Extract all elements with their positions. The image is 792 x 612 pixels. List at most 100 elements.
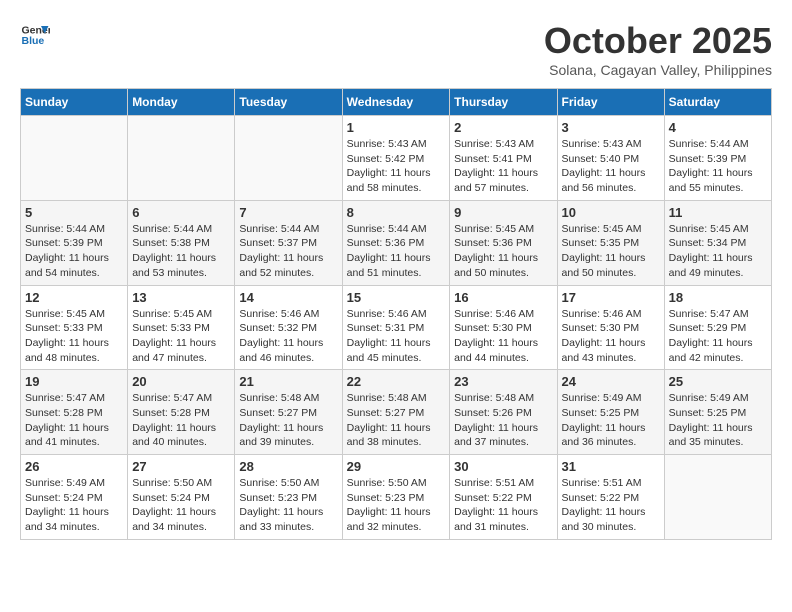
day-number: 2 [454,120,552,135]
day-detail: Sunrise: 5:44 AM Sunset: 5:39 PM Dayligh… [669,137,767,196]
day-number: 27 [132,459,230,474]
day-detail: Sunrise: 5:46 AM Sunset: 5:30 PM Dayligh… [454,307,552,366]
day-number: 19 [25,374,123,389]
calendar-cell [235,116,342,201]
calendar-cell: 10 Sunrise: 5:45 AM Sunset: 5:35 PM Dayli… [557,200,664,285]
day-detail: Sunrise: 5:46 AM Sunset: 5:30 PM Dayligh… [562,307,660,366]
svg-text:Blue: Blue [22,35,45,47]
calendar-cell: 12Sunrise: 5:45 AM Sunset: 5:33 PM Dayli… [21,285,128,370]
calendar-cell: 26Sunrise: 5:49 AM Sunset: 5:24 PM Dayli… [21,455,128,540]
day-detail: Sunrise: 5:48 AM Sunset: 5:26 PM Dayligh… [454,391,552,450]
calendar-cell: 16 Sunrise: 5:46 AM Sunset: 5:30 PM Dayli… [450,285,557,370]
day-detail: Sunrise: 5:44 AM Sunset: 5:36 PM Dayligh… [347,222,446,281]
calendar-cell: 15 Sunrise: 5:46 AM Sunset: 5:31 PM Dayli… [342,285,450,370]
day-number: 7 [239,205,337,220]
calendar-week-row: 12 Sunrise: 5:45 AM Sunset: 5:33 PM Dayli… [21,285,772,370]
day-number: 28 [239,459,337,474]
weekday-header: Thursday [450,89,557,116]
day-detail: Sunrise: 5:48 AM Sunset: 5:27 PM Dayligh… [239,391,337,450]
day-detail: Sunrise: 5:46 AM Sunset: 5:32 PM Dayligh… [239,307,337,366]
calendar-week-row: 19 Sunrise: 5:47 AM Sunset: 5:28 PM Dayli… [21,370,772,455]
day-number: 23 [454,374,552,389]
month-title: October 2025 [544,20,772,62]
day-number: 21 [239,374,337,389]
day-number: 1 [347,120,446,135]
calendar-cell: 29Sunrise: 5:50 AM Sunset: 5:23 PM Dayli… [342,455,450,540]
day-number: 9 [454,205,552,220]
day-number: 8 [347,205,446,220]
calendar-cell: 11 Sunrise: 5:45 AM Sunset: 5:34 PM Dayli… [664,200,771,285]
day-detail: Sunrise: 5:43 AM Sunset: 5:42 PM Dayligh… [347,137,446,196]
calendar-week-row: 5 Sunrise: 5:44 AM Sunset: 5:39 PM Daylig… [21,200,772,285]
calendar-cell: 31 Sunrise: 5:51 AM Sunset: 5:22 PM Dayli… [557,455,664,540]
calendar-cell: 2 Sunrise: 5:43 AM Sunset: 5:41 PM Daylig… [450,116,557,201]
day-number: 13 [132,290,230,305]
calendar-cell: 27Sunrise: 5:50 AM Sunset: 5:24 PM Dayli… [128,455,235,540]
day-number: 3 [562,120,660,135]
day-number: 18 [669,290,767,305]
day-detail: Sunrise: 5:47 AM Sunset: 5:28 PM Dayligh… [25,391,123,450]
day-detail: Sunrise: 5:47 AM Sunset: 5:28 PM Dayligh… [132,391,230,450]
calendar-week-row: 1 Sunrise: 5:43 AM Sunset: 5:42 PM Daylig… [21,116,772,201]
day-number: 24 [562,374,660,389]
calendar-cell: 5 Sunrise: 5:44 AM Sunset: 5:39 PM Daylig… [21,200,128,285]
calendar-cell: 13 Sunrise: 5:45 AM Sunset: 5:33 PM Dayli… [128,285,235,370]
calendar-cell: 9 Sunrise: 5:45 AM Sunset: 5:36 PM Daylig… [450,200,557,285]
day-detail: Sunrise: 5:48 AM Sunset: 5:27 PM Dayligh… [347,391,446,450]
day-detail: Sunrise: 5:45 AM Sunset: 5:34 PM Dayligh… [669,222,767,281]
day-number: 15 [347,290,446,305]
day-detail: Sunrise: 5:46 AM Sunset: 5:31 PM Dayligh… [347,307,446,366]
day-number: 16 [454,290,552,305]
day-detail: Sunrise: 5:45 AM Sunset: 5:35 PM Dayligh… [562,222,660,281]
day-detail: Sunrise: 5:44 AM Sunset: 5:37 PM Dayligh… [239,222,337,281]
calendar-cell: 20 Sunrise: 5:47 AM Sunset: 5:28 PM Dayli… [128,370,235,455]
title-block: October 2025 Solana, Cagayan Valley, Phi… [544,20,772,78]
day-detail: Sunrise: 5:50 AM Sunset: 5:23 PM Dayligh… [239,476,337,535]
calendar-cell: 19 Sunrise: 5:47 AM Sunset: 5:28 PM Dayli… [21,370,128,455]
calendar-cell: 7 Sunrise: 5:44 AM Sunset: 5:37 PM Daylig… [235,200,342,285]
weekday-header: Tuesday [235,89,342,116]
day-detail: Sunrise: 5:47 AM Sunset: 5:29 PM Dayligh… [669,307,767,366]
day-number: 6 [132,205,230,220]
calendar-cell: 21 Sunrise: 5:48 AM Sunset: 5:27 PM Dayli… [235,370,342,455]
location: Solana, Cagayan Valley, Philippines [544,62,772,78]
day-number: 11 [669,205,767,220]
calendar-cell: 22 Sunrise: 5:48 AM Sunset: 5:27 PM Dayli… [342,370,450,455]
day-number: 20 [132,374,230,389]
day-number: 17 [562,290,660,305]
day-detail: Sunrise: 5:49 AM Sunset: 5:24 PM Dayligh… [25,476,123,535]
logo-icon: General Blue [20,20,50,50]
calendar-cell: 3Sunrise: 5:43 AM Sunset: 5:40 PM Daylig… [557,116,664,201]
calendar-cell: 28 Sunrise: 5:50 AM Sunset: 5:23 PM Dayli… [235,455,342,540]
logo: General Blue [20,20,54,50]
day-detail: Sunrise: 5:49 AM Sunset: 5:25 PM Dayligh… [562,391,660,450]
calendar-cell: 18 Sunrise: 5:47 AM Sunset: 5:29 PM Dayli… [664,285,771,370]
calendar-cell [128,116,235,201]
weekday-header: Sunday [21,89,128,116]
calendar-header-row: SundayMondayTuesdayWednesdayThursdayFrid… [21,89,772,116]
calendar-cell: 17 Sunrise: 5:46 AM Sunset: 5:30 PM Dayli… [557,285,664,370]
weekday-header: Friday [557,89,664,116]
day-number: 25 [669,374,767,389]
day-detail: Sunrise: 5:51 AM Sunset: 5:22 PM Dayligh… [454,476,552,535]
calendar-cell: 14Sunrise: 5:46 AM Sunset: 5:32 PM Dayli… [235,285,342,370]
day-detail: Sunrise: 5:45 AM Sunset: 5:33 PM Dayligh… [132,307,230,366]
day-detail: Sunrise: 5:51 AM Sunset: 5:22 PM Dayligh… [562,476,660,535]
day-detail: Sunrise: 5:43 AM Sunset: 5:41 PM Dayligh… [454,137,552,196]
day-number: 22 [347,374,446,389]
day-detail: Sunrise: 5:45 AM Sunset: 5:36 PM Dayligh… [454,222,552,281]
calendar-cell: 24 Sunrise: 5:49 AM Sunset: 5:25 PM Dayli… [557,370,664,455]
weekday-header: Saturday [664,89,771,116]
calendar-table: SundayMondayTuesdayWednesdayThursdayFrid… [20,88,772,540]
day-detail: Sunrise: 5:49 AM Sunset: 5:25 PM Dayligh… [669,391,767,450]
day-number: 5 [25,205,123,220]
calendar-week-row: 26Sunrise: 5:49 AM Sunset: 5:24 PM Dayli… [21,455,772,540]
calendar-cell [664,455,771,540]
day-number: 10 [562,205,660,220]
day-number: 31 [562,459,660,474]
day-detail: Sunrise: 5:50 AM Sunset: 5:23 PM Dayligh… [347,476,446,535]
day-detail: Sunrise: 5:44 AM Sunset: 5:39 PM Dayligh… [25,222,123,281]
calendar-cell: 6 Sunrise: 5:44 AM Sunset: 5:38 PM Daylig… [128,200,235,285]
day-detail: Sunrise: 5:44 AM Sunset: 5:38 PM Dayligh… [132,222,230,281]
day-number: 12 [25,290,123,305]
